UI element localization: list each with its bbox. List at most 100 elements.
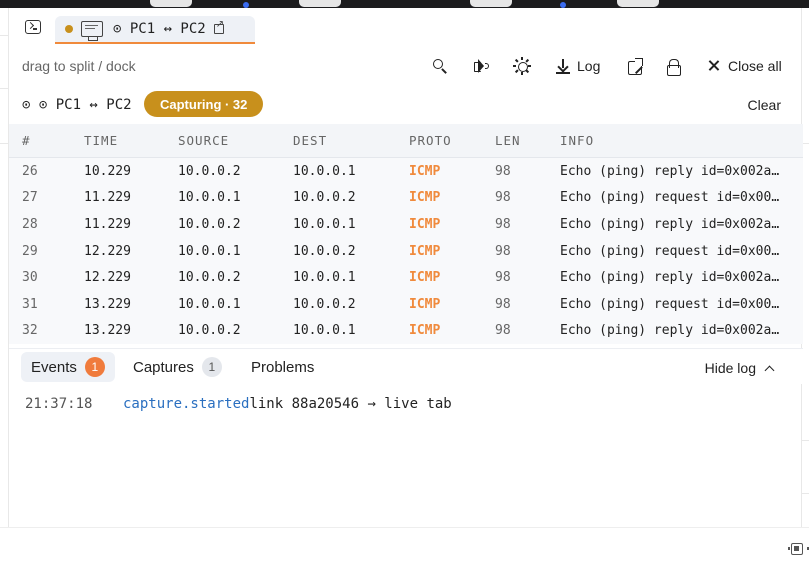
packet-info: Echo (ping) reply id=0x002a… [560, 323, 780, 339]
packet-number: 26 [22, 163, 38, 179]
log-time: 21:37:18 [25, 396, 93, 412]
unlock-icon [665, 58, 681, 76]
tab-captures[interactable]: Captures 1 [123, 352, 232, 382]
terminal-icon[interactable] [25, 20, 41, 34]
packet-number: 32 [22, 323, 38, 339]
column-header-proto[interactable]: PROTO [409, 133, 495, 148]
packet-time: 13.229 [84, 323, 131, 339]
packet-proto: ICMP [409, 243, 441, 259]
divider [0, 88, 8, 89]
packet-length: 98 [495, 270, 511, 286]
status-dot [65, 25, 73, 33]
packet-time: 10.229 [84, 163, 131, 179]
packet-time: 11.229 [84, 190, 131, 206]
table-row[interactable]: 26 10.229 10.0.0.2 10.0.0.1 ICMP 98 Echo… [9, 158, 803, 185]
tab-captures-label: Captures [133, 358, 194, 376]
close-all-button[interactable]: Close all [706, 56, 782, 76]
search-icon [432, 58, 448, 74]
packet-info: Echo (ping) request id=0x00… [560, 190, 780, 206]
lock-button[interactable] [665, 56, 681, 76]
tab-bar: ⊙ PC1 ↔ PC2 [9, 8, 803, 46]
theme-button[interactable] [513, 56, 531, 76]
external-link-icon [627, 58, 643, 75]
table-row[interactable]: 31 13.229 10.0.0.1 10.0.0.2 ICMP 98 Echo… [9, 291, 803, 318]
toolbar: drag to split / dock Log Close all [9, 50, 803, 80]
column-header-info[interactable]: INFO [560, 133, 790, 148]
packet-source: 10.0.0.1 [178, 296, 241, 312]
close-icon [706, 58, 722, 74]
packet-dest: 10.0.0.1 [293, 216, 356, 232]
column-header-dest[interactable]: DEST [293, 133, 409, 148]
packet-length: 98 [495, 163, 511, 179]
column-header-time[interactable]: TIME [84, 133, 178, 148]
log-download-button[interactable]: Log [555, 56, 600, 76]
hide-log-button[interactable]: Hide log [704, 360, 775, 376]
packet-number: 29 [22, 243, 38, 259]
packet-time: 11.229 [84, 216, 131, 232]
capture-header: ⊙ ⊙ PC1 ↔ PC2 Capturing · 32 Clear [9, 90, 803, 120]
clear-button[interactable]: Clear [748, 97, 781, 113]
table-header: # TIME SOURCE DEST PROTO LEN INFO [9, 124, 803, 158]
table-row[interactable]: 32 13.229 10.0.0.2 10.0.0.1 ICMP 98 Echo… [9, 318, 803, 345]
download-icon [555, 58, 571, 74]
tab-problems[interactable]: Problems [241, 352, 324, 382]
column-header-len[interactable]: LEN [495, 133, 560, 148]
packet-dest: 10.0.0.1 [293, 323, 356, 339]
packet-proto: ICMP [409, 323, 441, 339]
monitor-icon [81, 21, 103, 41]
table-row[interactable]: 28 11.229 10.0.0.2 10.0.0.1 ICMP 98 Echo… [9, 211, 803, 238]
packet-dest: 10.0.0.2 [293, 296, 356, 312]
top-strip-handle[interactable] [470, 0, 512, 7]
popout-icon[interactable] [213, 19, 224, 34]
packet-length: 98 [495, 296, 511, 312]
capture-panel: ⊙ PC1 ↔ PC2 drag to split / dock Log Clo… [8, 8, 803, 527]
search-button[interactable] [432, 56, 448, 76]
table-body: 26 10.229 10.0.0.2 10.0.0.1 ICMP 98 Echo… [9, 158, 803, 345]
packet-source: 10.0.0.1 [178, 190, 241, 206]
log-tab-bar: Events 1 Captures 1 Problems Hide log [9, 348, 803, 384]
packet-dest: 10.0.0.2 [293, 243, 356, 259]
column-header-source[interactable]: SOURCE [178, 133, 293, 148]
packet-info: Echo (ping) request id=0x00… [560, 296, 780, 312]
log-message: link 88a20546 → live tab [249, 396, 452, 412]
packet-proto: ICMP [409, 216, 441, 232]
tab-events[interactable]: Events 1 [21, 352, 115, 382]
packet-source: 10.0.0.2 [178, 323, 241, 339]
divider [0, 35, 8, 36]
chip-icon[interactable] [788, 543, 809, 555]
hide-log-label: Hide log [704, 360, 756, 376]
log-event[interactable]: capture.started [123, 396, 249, 412]
packet-proto: ICMP [409, 270, 441, 286]
top-strip-handle[interactable] [617, 0, 659, 7]
packet-source: 10.0.0.2 [178, 270, 241, 286]
table-row[interactable]: 30 12.229 10.0.0.2 10.0.0.1 ICMP 98 Echo… [9, 264, 803, 291]
packet-proto: ICMP [409, 296, 441, 312]
sound-button[interactable] [473, 56, 489, 76]
packet-time: 12.229 [84, 270, 131, 286]
dock-hint: drag to split / dock [22, 58, 136, 74]
packet-number: 28 [22, 216, 38, 232]
tab-problems-label: Problems [251, 358, 315, 376]
packet-source: 10.0.0.1 [178, 243, 241, 259]
table-row[interactable]: 27 11.229 10.0.0.1 10.0.0.2 ICMP 98 Echo… [9, 185, 803, 212]
packet-dest: 10.0.0.2 [293, 190, 356, 206]
packet-time: 13.229 [84, 296, 131, 312]
chevron-up-icon [764, 365, 775, 375]
tab-title: ⊙ PC1 ↔ PC2 [113, 21, 206, 37]
packet-table: # TIME SOURCE DEST PROTO LEN INFO 26 10.… [9, 124, 803, 345]
table-row[interactable]: 29 12.229 10.0.0.1 10.0.0.2 ICMP 98 Echo… [9, 238, 803, 265]
packet-dest: 10.0.0.1 [293, 270, 356, 286]
popout-button[interactable] [627, 56, 643, 76]
packet-source: 10.0.0.2 [178, 163, 241, 179]
packet-dest: 10.0.0.1 [293, 163, 356, 179]
tab-pc1-pc2[interactable]: ⊙ PC1 ↔ PC2 [55, 16, 255, 44]
packet-length: 98 [495, 243, 511, 259]
packet-info: Echo (ping) reply id=0x002a… [560, 270, 780, 286]
events-count-badge: 1 [84, 357, 105, 377]
packet-length: 98 [495, 323, 511, 339]
top-strip-handle[interactable] [150, 0, 192, 7]
packet-info: Echo (ping) request id=0x00… [560, 243, 780, 259]
packet-time: 12.229 [84, 243, 131, 259]
column-header-number[interactable]: # [22, 133, 84, 148]
top-strip-handle[interactable] [299, 0, 341, 7]
